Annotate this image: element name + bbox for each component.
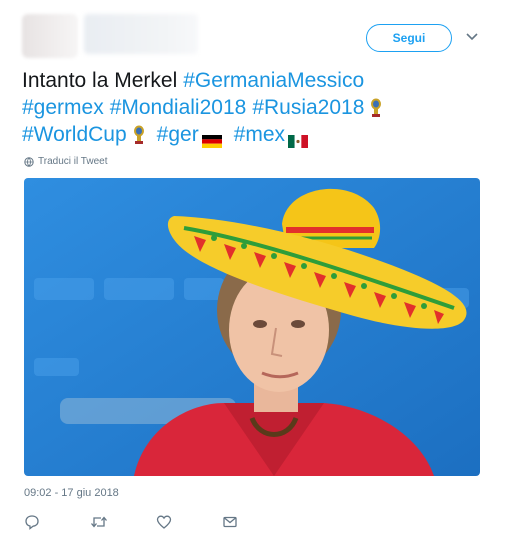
message-button[interactable] <box>222 512 288 532</box>
tweet-actions <box>24 512 288 532</box>
tweet-timestamp[interactable]: 09:02 - 17 giu 2018 <box>24 487 119 499</box>
hashtag-germex[interactable]: #germex <box>22 94 104 121</box>
reply-button[interactable] <box>24 512 90 532</box>
avatar[interactable] <box>22 14 78 58</box>
hashtag-germaniamessico[interactable]: #GermaniaMessico <box>183 67 364 94</box>
follow-button[interactable]: Segui <box>366 24 452 52</box>
germany-flag-emoji <box>201 128 222 148</box>
reply-icon <box>25 515 39 530</box>
hashtag-ger[interactable]: #ger <box>157 121 199 148</box>
translate-tweet-link[interactable]: Traduci il Tweet <box>24 156 107 167</box>
like-button[interactable] <box>156 512 222 532</box>
hashtag-mex[interactable]: #mex <box>234 121 285 148</box>
tweet-card: Segui Intanto la Merkel #GermaniaMessico… <box>0 0 508 550</box>
hashtag-worldcup[interactable]: #WorldCup <box>22 121 127 148</box>
tweet-text: Intanto la Merkel #GermaniaMessico #germ… <box>22 67 482 148</box>
globe-icon <box>24 156 34 167</box>
username-blurred[interactable] <box>84 14 198 54</box>
mexico-flag-emoji <box>288 128 309 148</box>
retweet-icon <box>91 516 107 528</box>
chevron-down-icon[interactable] <box>465 30 479 44</box>
hashtag-mondiali2018[interactable]: #Mondiali2018 <box>110 94 247 121</box>
message-icon <box>223 516 237 528</box>
tweet-photo[interactable] <box>24 178 480 476</box>
translate-label: Traduci il Tweet <box>38 156 108 167</box>
retweet-button[interactable] <box>90 512 156 532</box>
trophy-emoji <box>370 98 382 118</box>
tweet-text-plain: Intanto la Merkel <box>22 69 178 92</box>
like-icon <box>156 515 172 529</box>
hashtag-rusia2018[interactable]: #Rusia2018 <box>252 94 364 121</box>
trophy-emoji <box>133 125 145 145</box>
